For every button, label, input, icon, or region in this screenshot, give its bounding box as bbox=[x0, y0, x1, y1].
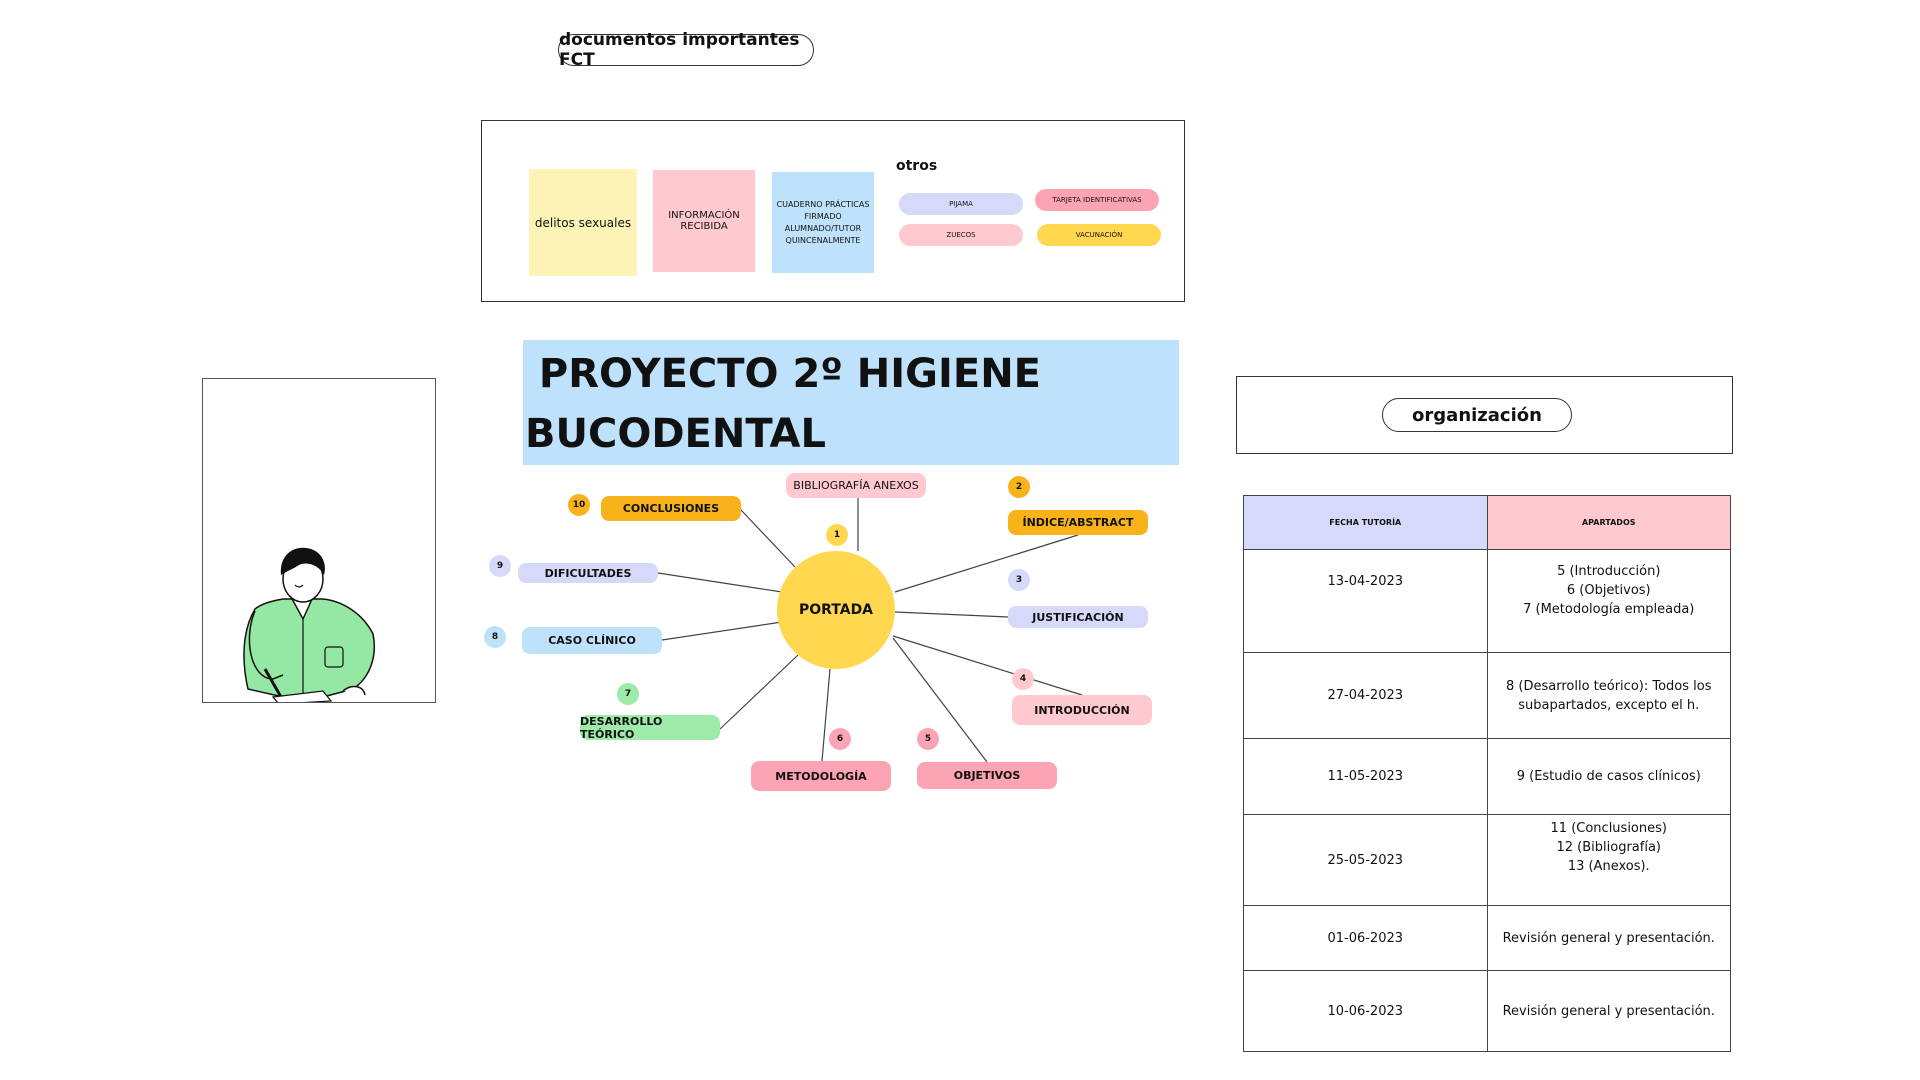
row-date: 11-05-2023 bbox=[1243, 738, 1488, 815]
table-row: 27-04-2023 8 (Desarrollo teórico): Todos… bbox=[1243, 652, 1731, 739]
connector-line-8 bbox=[661, 621, 783, 641]
table-row: 11-05-2023 9 (Estudio de casos clínicos) bbox=[1243, 738, 1731, 815]
row-date: 01-06-2023 bbox=[1243, 905, 1488, 971]
connector-line-7 bbox=[719, 654, 799, 730]
node-conclusiones[interactable]: CONCLUSIONES bbox=[601, 496, 741, 521]
row-items: 11 (Conclusiones) 12 (Bibliografía) 13 (… bbox=[1486, 814, 1731, 906]
badge-1: 1 bbox=[826, 524, 848, 546]
node-indice-abstract[interactable]: ÍNDICE/ABSTRACT bbox=[1008, 510, 1148, 535]
schedule-header-row: FECHA TUTORÍA APARTADOS bbox=[1243, 495, 1731, 550]
row-date: 10-06-2023 bbox=[1243, 970, 1488, 1052]
badge-9: 9 bbox=[489, 555, 511, 577]
header-apartados: APARTADOS bbox=[1486, 495, 1731, 550]
node-desarrollo-teorico[interactable]: DESARROLLO TEÓRICO bbox=[580, 715, 720, 741]
mindmap-center-portada[interactable]: PORTADA bbox=[777, 551, 895, 669]
row-date: 13-04-2023 bbox=[1243, 549, 1488, 653]
badge-3: 3 bbox=[1008, 569, 1030, 591]
badge-5: 5 bbox=[917, 728, 939, 750]
node-caso-clinico[interactable]: CASO CLÍNICO bbox=[522, 627, 662, 654]
node-justificacion[interactable]: JUSTIFICACIÓN bbox=[1008, 606, 1148, 628]
row-items: 8 (Desarrollo teórico): Todos los subapa… bbox=[1486, 652, 1731, 739]
row-date: 25-05-2023 bbox=[1243, 814, 1488, 906]
row-items: Revisión general y presentación. bbox=[1486, 905, 1731, 971]
node-metodologia[interactable]: METODOLOGÍA bbox=[751, 761, 891, 791]
row-items: 5 (Introducción) 6 (Objetivos) 7 (Metodo… bbox=[1486, 549, 1731, 653]
row-items: 9 (Estudio de casos clínicos) bbox=[1486, 738, 1731, 815]
schedule-table: FECHA TUTORÍA APARTADOS 13-04-2023 5 (In… bbox=[1243, 495, 1731, 1052]
connector-line-6 bbox=[821, 668, 831, 762]
organization-title: organización bbox=[1382, 398, 1572, 432]
table-row: 25-05-2023 11 (Conclusiones) 12 (Bibliog… bbox=[1243, 814, 1731, 906]
node-dificultades[interactable]: DIFICULTADES bbox=[518, 563, 658, 583]
badge-7: 7 bbox=[617, 683, 639, 705]
table-row: 13-04-2023 5 (Introducción) 6 (Objetivos… bbox=[1243, 549, 1731, 653]
table-row: 10-06-2023 Revisión general y presentaci… bbox=[1243, 970, 1731, 1052]
connector-line-10 bbox=[740, 509, 796, 568]
badge-10: 10 bbox=[568, 494, 590, 516]
badge-4: 4 bbox=[1012, 668, 1034, 690]
badge-6: 6 bbox=[829, 728, 851, 750]
connector-line-3 bbox=[894, 611, 1009, 618]
node-bibliografia-anexos[interactable]: BIBLIOGRAFÍA ANEXOS bbox=[786, 473, 926, 498]
connector-line-5 bbox=[892, 637, 988, 763]
badge-8: 8 bbox=[484, 626, 506, 648]
table-row: 01-06-2023 Revisión general y presentaci… bbox=[1243, 905, 1731, 971]
node-objetivos[interactable]: OBJETIVOS bbox=[917, 762, 1057, 789]
badge-2: 2 bbox=[1008, 476, 1030, 498]
connector-line-4 bbox=[892, 635, 1083, 696]
header-fecha-tutoria: FECHA TUTORÍA bbox=[1243, 495, 1488, 550]
connector-line-2 bbox=[894, 534, 1079, 593]
connector-line-9 bbox=[657, 572, 783, 593]
row-date: 27-04-2023 bbox=[1243, 652, 1488, 739]
row-items: Revisión general y presentación. bbox=[1486, 970, 1731, 1052]
node-introduccion[interactable]: INTRODUCCIÓN bbox=[1012, 695, 1152, 725]
